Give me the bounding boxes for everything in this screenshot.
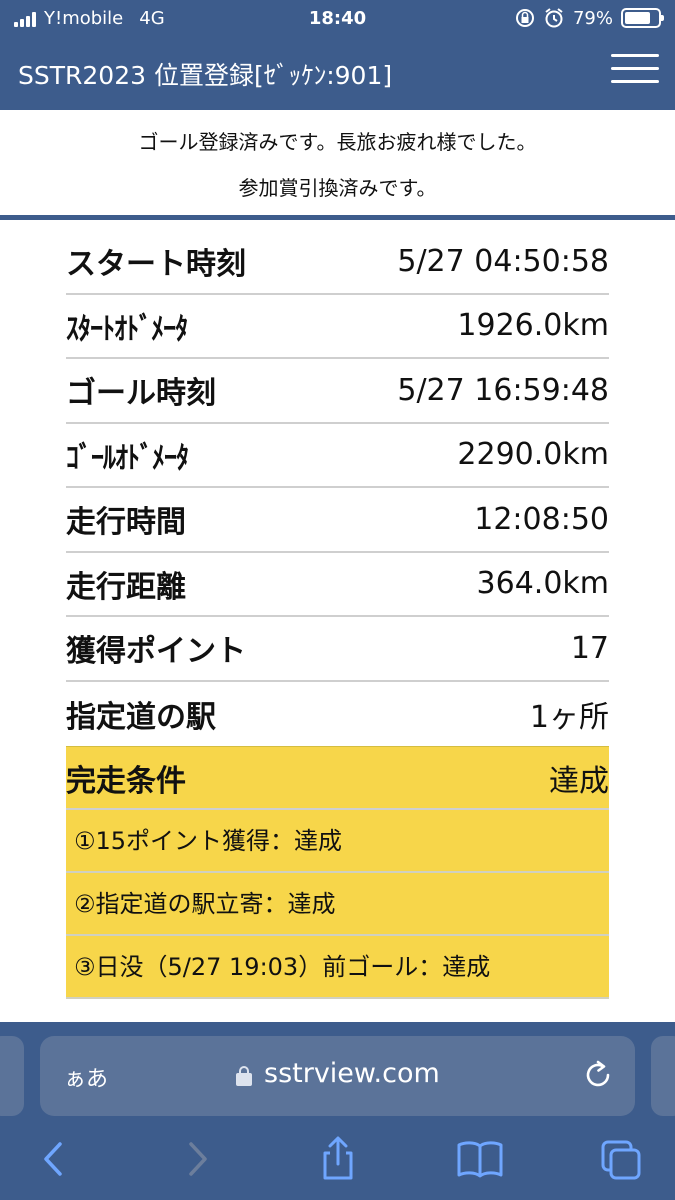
browser-chrome: ぁあ sstrview.com bbox=[0, 1022, 675, 1200]
row-value: 364.0km bbox=[476, 566, 609, 602]
battery-percent: 79% bbox=[572, 7, 613, 29]
next-tab-preview[interactable] bbox=[651, 1036, 675, 1116]
status-bar: Y!mobile 4G 18:40 79% bbox=[0, 0, 675, 40]
forward-icon[interactable] bbox=[173, 1134, 223, 1184]
completion-value: 達成 bbox=[549, 763, 609, 799]
browser-toolbar bbox=[0, 1134, 675, 1200]
menu-icon[interactable] bbox=[611, 54, 659, 86]
row-points: 獲得ポイント 17 bbox=[66, 617, 609, 682]
row-start-odometer: ｽﾀｰﾄｵﾄﾞﾒｰﾀ 1926.0km bbox=[66, 295, 609, 359]
share-icon[interactable] bbox=[313, 1134, 363, 1184]
row-label: 走行時間 bbox=[66, 505, 186, 541]
lock-icon bbox=[236, 1066, 252, 1086]
notice-banner: ゴール登録済みです。長旅お疲れ様でした。 参加賞引換済みです。 bbox=[0, 110, 675, 220]
row-label: 獲得ポイント bbox=[66, 634, 246, 670]
completion-header: 完走条件 達成 bbox=[66, 746, 609, 810]
completion-item: ③日没（5/27 19:03）前ゴール：達成 bbox=[66, 936, 609, 999]
row-michi-no-eki: 指定道の駅 1ヶ所 bbox=[66, 682, 609, 747]
url-text[interactable]: sstrview.com bbox=[264, 1058, 440, 1089]
reload-icon[interactable] bbox=[581, 1058, 615, 1092]
row-value: 12:08:50 bbox=[474, 501, 609, 537]
page-title: SSTR2023 位置登録[ｾﾞｯｹﾝ:901] bbox=[18, 61, 393, 90]
reader-settings-button[interactable]: ぁあ bbox=[64, 1061, 108, 1093]
completion-item: ②指定道の駅立寄：達成 bbox=[66, 873, 609, 936]
back-icon[interactable] bbox=[28, 1134, 78, 1184]
address-bar[interactable]: ぁあ sstrview.com bbox=[40, 1036, 635, 1116]
row-start-time: スタート時刻 5/27 04:50:58 bbox=[66, 230, 609, 295]
row-value: 1ヶ所 bbox=[529, 699, 609, 735]
top-area: Y!mobile 4G 18:40 79% SSTR2023 位置登録[ｾﾞｯｹ… bbox=[0, 0, 675, 110]
row-label: ｺﾞｰﾙｵﾄﾞﾒｰﾀ bbox=[66, 440, 189, 476]
lock-rotation-icon bbox=[515, 9, 534, 27]
row-ride-time: 走行時間 12:08:50 bbox=[66, 488, 609, 553]
row-value: 2290.0km bbox=[457, 437, 609, 473]
battery-icon bbox=[621, 8, 664, 28]
completion-label: 完走条件 bbox=[66, 763, 186, 799]
row-value: 5/27 04:50:58 bbox=[397, 243, 609, 279]
nav-bar: SSTR2023 位置登録[ｾﾞｯｹﾝ:901] bbox=[0, 40, 675, 110]
row-value: 1926.0km bbox=[457, 308, 609, 344]
row-label: ｽﾀｰﾄｵﾄﾞﾒｰﾀ bbox=[66, 311, 188, 347]
row-value: 17 bbox=[570, 630, 609, 666]
row-label: 指定道の駅 bbox=[66, 699, 216, 735]
row-ride-distance: 走行距離 364.0km bbox=[66, 553, 609, 617]
completion-item: ①15ポイント獲得：達成 bbox=[66, 810, 609, 873]
row-value: 5/27 16:59:48 bbox=[397, 372, 609, 408]
notice-line-1: ゴール登録済みです。長旅お疲れ様でした。 bbox=[138, 130, 537, 154]
row-label: 走行距離 bbox=[66, 569, 186, 605]
status-right: 79% bbox=[515, 7, 664, 29]
row-goal-time: ゴール時刻 5/27 16:59:48 bbox=[66, 359, 609, 424]
row-goal-odometer: ｺﾞｰﾙｵﾄﾞﾒｰﾀ 2290.0km bbox=[66, 424, 609, 488]
row-label: ゴール時刻 bbox=[66, 376, 216, 412]
previous-tab-preview[interactable] bbox=[0, 1036, 24, 1116]
alarm-icon bbox=[545, 8, 563, 28]
tabs-icon[interactable] bbox=[597, 1134, 647, 1184]
result-table: スタート時刻 5/27 04:50:58 ｽﾀｰﾄｵﾄﾞﾒｰﾀ 1926.0km… bbox=[66, 230, 609, 999]
notice-line-2: 参加賞引換済みです。 bbox=[238, 176, 437, 200]
bookmarks-icon[interactable] bbox=[455, 1134, 505, 1184]
row-label: スタート時刻 bbox=[66, 247, 246, 283]
